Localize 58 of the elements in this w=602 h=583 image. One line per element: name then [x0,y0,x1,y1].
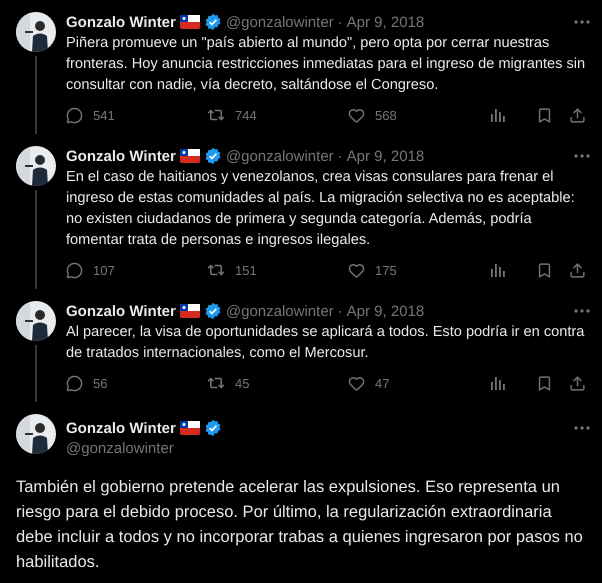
verified-badge-icon [204,13,222,31]
post-date[interactable]: Apr 9, 2018 [346,148,424,164]
separator-dot: · [338,302,343,320]
verified-badge-icon [204,302,222,320]
flag-icon [180,421,200,435]
like-count: 568 [375,108,397,122]
flag-icon [180,304,200,318]
share-icon[interactable] [569,262,586,278]
post-text: También el gobierno pretende acelerar las expulsiones. Eso representa un riesgo para el debido proceso. Por último, la regularización extraordinaria debe incluir a todos y no incorporar trabas a quienes ingresaron por pasos no habilitados. [15,477,584,573]
more-options-icon[interactable] [574,20,590,24]
views-chart-icon[interactable] [489,107,505,123]
separator-dot: · [338,14,343,30]
author-name[interactable]: Gonzalo Winter [66,14,176,30]
author-handle[interactable]: @gonzalowinter [226,14,334,30]
author-handle[interactable]: @gonzalowinter [226,148,334,164]
separator-dot: · [338,148,343,164]
like-count: 47 [375,376,390,390]
more-options-icon[interactable] [574,309,590,313]
reply-icon[interactable] [66,374,83,392]
reply-icon[interactable] [66,262,83,278]
repost-count: 744 [235,108,257,122]
avatar[interactable] [16,12,56,52]
bookmark-icon[interactable] [536,106,553,124]
avatar[interactable] [16,146,56,186]
author-name[interactable]: Gonzalo Winter [66,302,176,320]
author-name[interactable]: Gonzalo Winter [66,420,176,436]
post-text: Al parecer, la visa de oportunidades se aplicará a todos. Esto podría ir en contra de tratados internacionales, como el Mercosur. [66,323,586,363]
bookmark-icon[interactable] [536,262,553,278]
reply-count: 56 [93,376,108,390]
flag-icon [180,15,200,29]
like-icon[interactable] [348,106,365,124]
share-icon[interactable] [569,374,586,392]
like-count: 175 [375,262,397,278]
share-icon[interactable] [569,106,586,124]
reply-icon[interactable] [66,106,83,124]
verified-badge-icon [204,419,222,437]
author-handle[interactable]: @gonzalowinter [66,440,590,457]
bookmark-icon[interactable] [536,374,553,392]
post-date[interactable]: Apr 9, 2018 [346,14,424,30]
flag-icon [180,149,200,163]
author-handle[interactable]: @gonzalowinter [226,302,334,320]
verified-badge-icon [204,147,222,165]
reply-count: 541 [93,108,115,122]
avatar[interactable] [16,301,56,341]
more-options-icon[interactable] [574,154,590,158]
post-date[interactable]: Apr 9, 2018 [346,302,424,320]
repost-count: 151 [235,262,257,278]
author-name[interactable]: Gonzalo Winter [66,148,176,164]
like-icon[interactable] [348,374,365,392]
views-chart-icon[interactable] [489,375,505,391]
like-icon[interactable] [348,262,365,278]
post-text: En el caso de haitianos y venezolanos, crea visas consulares para frenar el ingreso de estas comunidades al país. La migración selectiva no es aceptable: no existen ciudadanos de primera y segunda categoría. Además, podría fomentar trata de personas e ingresos ilegales. [66,168,576,250]
more-options-icon[interactable] [574,426,590,430]
repost-count: 45 [235,376,250,390]
post-text: Piñera promueve un "país abierto al mundo", pero opta por cerrar nuestras fronteras. Hoy anuncia restricciones inmediatas para el ingreso de migrantes sin consultar con nadie, vía decreto, saltándose el Congreso. [66,34,586,95]
avatar[interactable] [16,414,56,454]
reply-count: 107 [93,262,115,278]
views-chart-icon[interactable] [489,262,505,278]
